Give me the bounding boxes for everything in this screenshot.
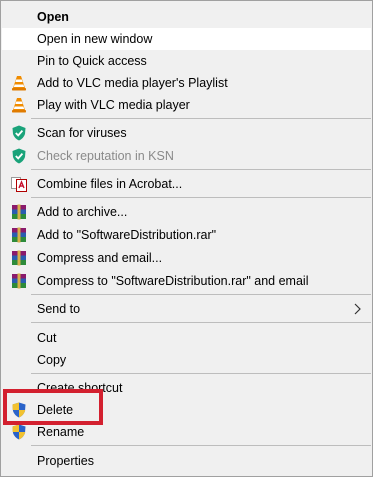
menu-separator — [31, 118, 371, 119]
menu-item-check-reputation-ksn-label: Check reputation in KSN — [37, 149, 174, 163]
kaspersky-shield-icon — [12, 125, 26, 141]
uac-shield-icon — [12, 424, 26, 440]
annotation-highlight-box — [3, 389, 103, 425]
menu-item-open[interactable]: Open — [2, 6, 371, 28]
menu-separator — [31, 322, 371, 323]
menu-item-rename-label: Rename — [37, 425, 85, 439]
menu-item-cut-label: Cut — [37, 331, 57, 345]
menu-item-combine-in-acrobat[interactable]: Combine files in Acrobat... — [2, 173, 371, 195]
menu-item-add-to-rar[interactable]: Add to "SoftwareDistribution.rar" — [2, 224, 371, 246]
menu-item-open-label: Open — [37, 10, 69, 24]
winrar-icon — [12, 227, 26, 243]
menu-item-send-to[interactable]: Send to — [2, 298, 371, 320]
menu-separator — [31, 445, 371, 446]
menu-item-check-reputation-ksn[interactable]: Check reputation in KSN — [2, 145, 371, 167]
menu-item-compress-to-rar-and-email-label: Compress to "SoftwareDistribution.rar" a… — [37, 274, 309, 288]
winrar-icon — [12, 273, 26, 289]
menu-separator — [31, 197, 371, 198]
menu-item-open-in-new-window[interactable]: Open in new window — [2, 28, 371, 50]
menu-item-copy[interactable]: Copy — [2, 349, 371, 371]
menu-item-compress-and-email[interactable]: Compress and email... — [2, 247, 371, 269]
menu-item-open-in-new-window-label: Open in new window — [37, 32, 153, 46]
menu-item-add-to-archive-label: Add to archive... — [37, 205, 128, 219]
menu-item-cut[interactable]: Cut — [2, 327, 371, 349]
menu-item-copy-label: Copy — [37, 353, 67, 367]
menu-item-send-to-label: Send to — [37, 302, 81, 316]
menu-item-properties[interactable]: Properties — [2, 450, 371, 472]
menu-item-scan-for-viruses-label: Scan for viruses — [37, 126, 127, 140]
menu-item-play-with-vlc-label: Play with VLC media player — [37, 98, 190, 112]
chevron-right-icon — [354, 303, 361, 315]
menu-item-combine-in-acrobat-label: Combine files in Acrobat... — [37, 177, 183, 191]
winrar-icon — [12, 204, 26, 220]
menu-separator — [31, 169, 371, 170]
menu-separator — [31, 373, 371, 374]
menu-item-properties-label: Properties — [37, 454, 94, 468]
menu-item-play-with-vlc[interactable]: Play with VLC media player — [2, 94, 371, 116]
menu-item-pin-to-quick-access-label: Pin to Quick access — [37, 54, 147, 68]
winrar-icon — [12, 250, 26, 266]
kaspersky-shield-icon — [12, 148, 26, 164]
menu-item-add-to-vlc-playlist-label: Add to VLC media player's Playlist — [37, 76, 228, 90]
menu-item-add-to-vlc-playlist[interactable]: Add to VLC media player's Playlist — [2, 72, 371, 94]
menu-item-compress-to-rar-and-email[interactable]: Compress to "SoftwareDistribution.rar" a… — [2, 270, 371, 292]
menu-item-scan-for-viruses[interactable]: Scan for viruses — [2, 122, 371, 144]
menu-item-compress-and-email-label: Compress and email... — [37, 251, 163, 265]
acrobat-combine-icon — [11, 177, 27, 192]
menu-separator — [31, 294, 371, 295]
menu-item-add-to-rar-label: Add to "SoftwareDistribution.rar" — [37, 228, 217, 242]
vlc-cone-icon — [12, 98, 26, 113]
vlc-cone-icon — [12, 76, 26, 91]
menu-item-pin-to-quick-access[interactable]: Pin to Quick access — [2, 50, 371, 72]
menu-item-add-to-archive[interactable]: Add to archive... — [2, 201, 371, 223]
